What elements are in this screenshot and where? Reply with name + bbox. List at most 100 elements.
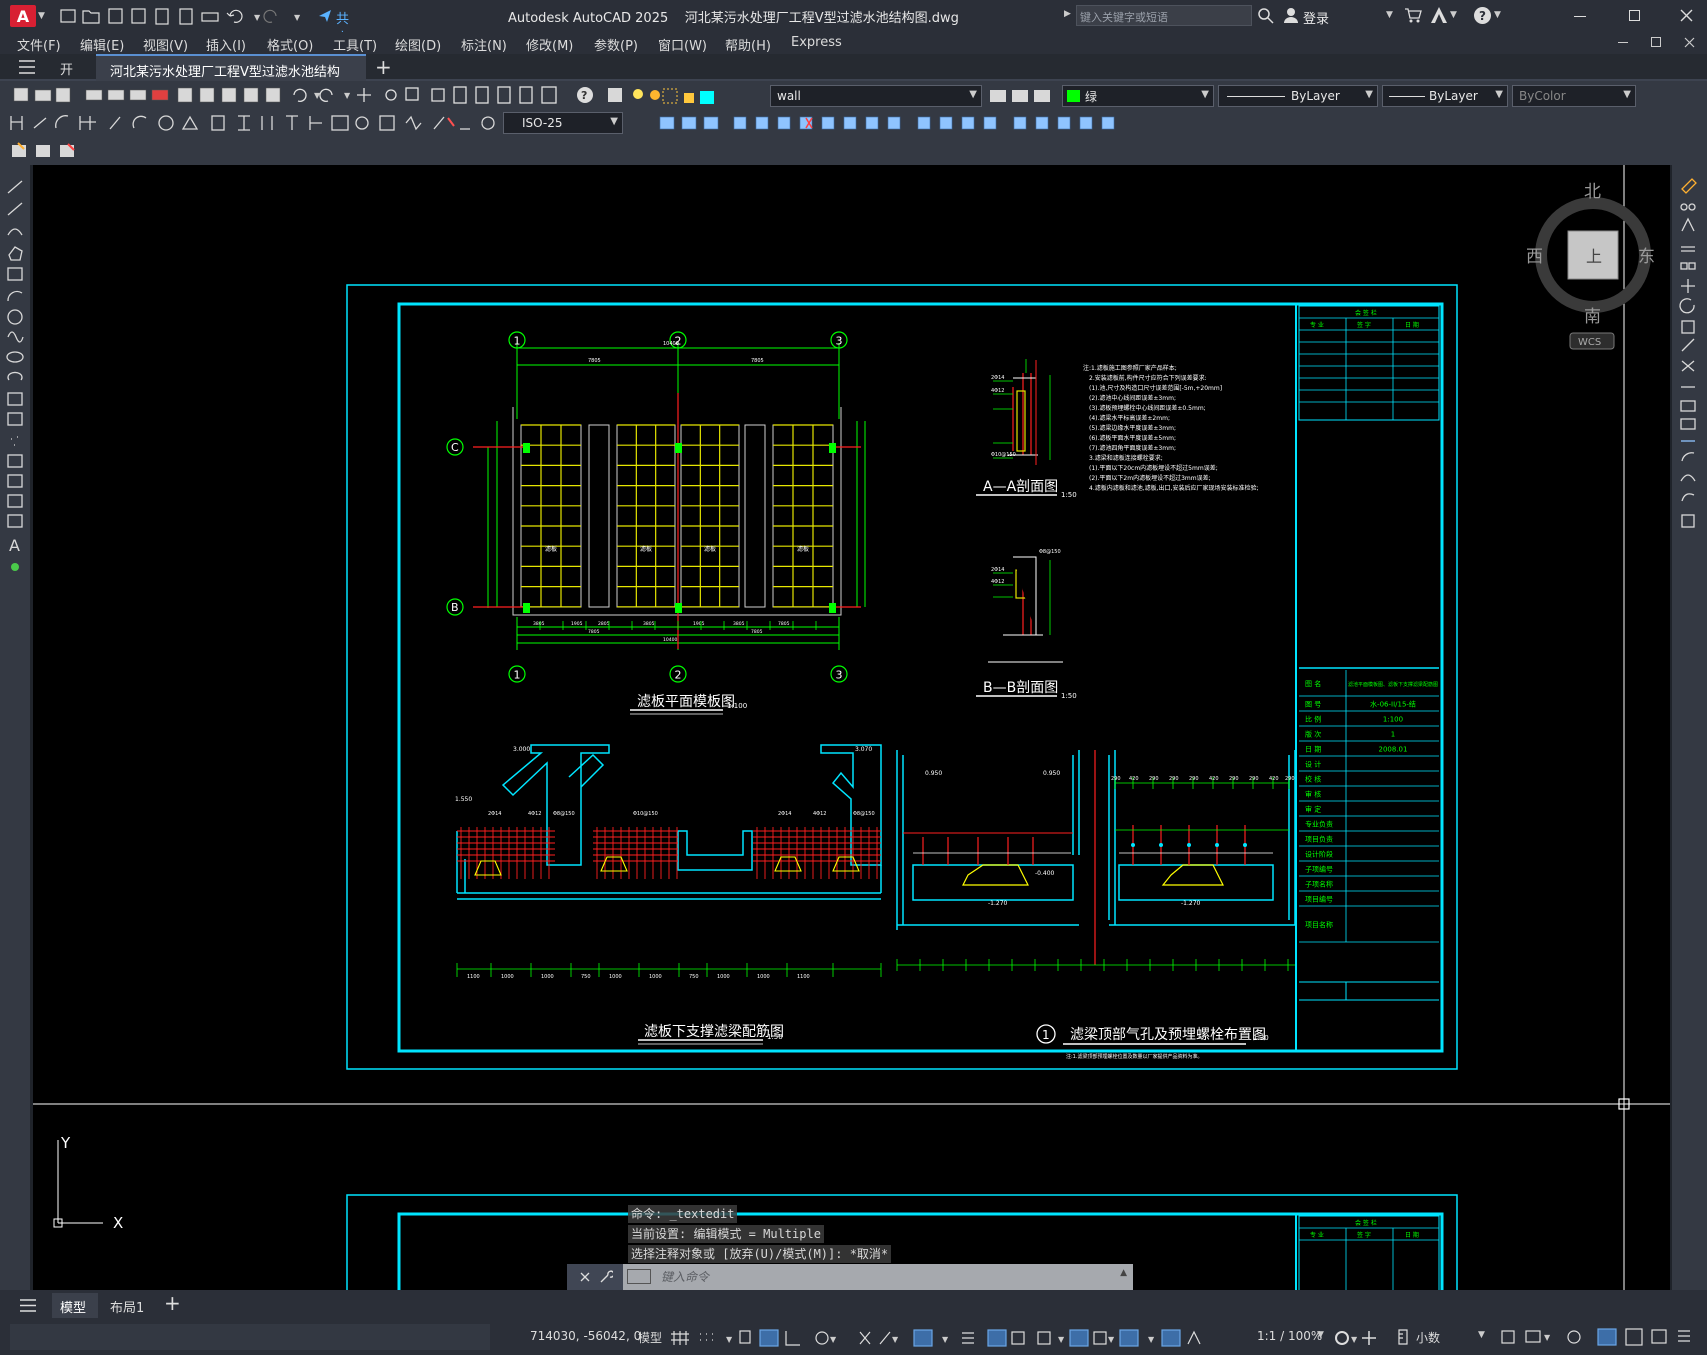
command-history-toggle-icon[interactable]: ▲	[1120, 1268, 1127, 1278]
tab-start[interactable]: 开始	[50, 54, 94, 97]
linetype-dropdown[interactable]: ByLayer ▼	[1218, 85, 1378, 107]
extra-tools[interactable]	[10, 141, 82, 161]
scale-dropdown-icon[interactable]: ▼	[1317, 1330, 1324, 1340]
model-space-canvas[interactable]: 会 签 栏 专 业 签 字 日 期 图 名 滤池平面模板图、滤板下支撑滤梁配筋图图…	[33, 165, 1670, 1290]
standard-tools[interactable]: ? ▼ ▼	[8, 84, 668, 106]
app-menu-arrow-icon[interactable]: ▼	[38, 11, 45, 21]
anchor-bolt-head	[1159, 843, 1163, 847]
beam-dim-text: 1000	[541, 974, 554, 980]
new-icon[interactable]	[60, 9, 76, 23]
menu-file[interactable]: 文件(F)	[17, 35, 61, 54]
open-icon[interactable]	[82, 10, 100, 24]
coordinates-readout[interactable]: 714030, -56042, 0	[530, 1329, 641, 1343]
menu-bar: 文件(F) 编辑(E) 视图(V) 插入(I) 格式(O) 工具(T) 绘图(D…	[0, 32, 1707, 54]
viewcube-top[interactable]: 上	[1586, 247, 1602, 266]
add-layout-button[interactable]: +	[164, 1291, 181, 1315]
menu-parametric[interactable]: 参数(P)	[594, 35, 638, 54]
share-button[interactable]: 共享	[300, 4, 360, 46]
layer-state-icons[interactable]	[660, 86, 720, 106]
user-icon[interactable]	[1283, 7, 1299, 23]
anchor-dim-text: 290	[1229, 776, 1239, 782]
drawing-viewport[interactable]: 会 签 栏 专 业 签 字 日 期 图 名 滤池平面模板图、滤板下支撑滤梁配筋图图…	[33, 165, 1670, 1290]
viewcube-west[interactable]: 西	[1526, 247, 1543, 267]
menu-tools[interactable]: 工具(T)	[333, 35, 377, 54]
viewcube-south[interactable]: 南	[1584, 307, 1601, 327]
search-icon[interactable]	[1258, 8, 1274, 24]
axis-label: 2	[675, 669, 682, 682]
plotstyle-dropdown[interactable]: ByColor ▼	[1512, 85, 1636, 107]
menu-edit[interactable]: 编辑(E)	[80, 35, 124, 54]
menu-view[interactable]: 视图(V)	[143, 35, 188, 54]
maximize-icon[interactable]	[1629, 10, 1640, 21]
tab-drawing[interactable]: 河北某污水处理厂工程V型过滤水池结构图*	[96, 54, 366, 99]
anchor-level-1: 0.950	[925, 770, 942, 777]
menu-express[interactable]: Express	[791, 35, 842, 50]
command-customize-icon[interactable]	[599, 1270, 613, 1284]
command-close-icon[interactable]	[580, 1272, 590, 1282]
modify-side-tools[interactable]	[1678, 175, 1700, 595]
units-selector[interactable]: 小数	[1416, 1329, 1440, 1346]
units-icon[interactable]	[1396, 1328, 1410, 1346]
workspace-gear-icon[interactable]: ▼	[1333, 1328, 1383, 1348]
quick-access-toolbar[interactable]: ▼ ▼	[58, 6, 318, 26]
cart-icon[interactable]	[1404, 7, 1422, 23]
doc-minimize-icon[interactable]	[1618, 42, 1628, 43]
menu-help[interactable]: 帮助(H)	[725, 35, 771, 54]
menu-insert[interactable]: 插入(I)	[206, 35, 246, 54]
tab-model[interactable]: 模型	[52, 1293, 98, 1318]
help-dropdown-icon[interactable]: ▼	[1494, 10, 1501, 20]
redo-icon[interactable]	[263, 9, 277, 23]
status-right-tools[interactable]: ▼	[1496, 1326, 1701, 1348]
plan-axis-bubbles: 112233CB	[446, 331, 848, 683]
help-icon[interactable]: ?	[1474, 7, 1491, 24]
new-tab-button[interactable]: +	[375, 55, 392, 79]
open-web-icon[interactable]	[155, 8, 169, 25]
color-dropdown[interactable]: 绿 ▼	[1062, 85, 1214, 107]
command-input[interactable]: 键入命令 ▲	[623, 1264, 1133, 1290]
viewcube-east[interactable]: 东	[1638, 247, 1655, 267]
layer-dropdown[interactable]: wall ▼	[770, 85, 982, 107]
undo-icon[interactable]	[226, 9, 243, 23]
draw-tools[interactable]: A	[5, 175, 27, 635]
viewcube-north[interactable]: 北	[1584, 182, 1601, 202]
menu-draw[interactable]: 绘图(D)	[395, 35, 441, 54]
annotation-scale[interactable]: 1:1 / 100%	[1257, 1329, 1322, 1343]
menu-modify[interactable]: 修改(M)	[526, 35, 573, 54]
close-icon[interactable]	[1680, 9, 1693, 22]
dimstyle-dropdown[interactable]: ISO-25 ▼	[503, 112, 623, 134]
autodesk-apps-icon[interactable]	[1430, 6, 1448, 24]
model-space-button[interactable]: 模型	[638, 1329, 662, 1346]
doc-close-icon[interactable]	[1684, 37, 1695, 48]
save-as-icon[interactable]	[131, 8, 146, 24]
save-web-icon[interactable]	[179, 8, 193, 25]
apps-dropdown-icon[interactable]: ▼	[1450, 10, 1457, 20]
menu-dimension[interactable]: 标注(N)	[461, 35, 507, 54]
plan-dim-top-left: 7805	[588, 358, 601, 364]
axis-label: 3	[836, 335, 843, 348]
viewcube[interactable]: 上 北 南 东 西 WCS	[1526, 182, 1655, 350]
menu-window[interactable]: 窗口(W)	[658, 35, 707, 54]
search-expand-icon[interactable]: ▶	[1064, 9, 1071, 19]
layout-tab-bar: 模型 布局1 +	[0, 1290, 1707, 1320]
status-toggles[interactable]: ▼ ▼ ▼ ▼ ▼ ▼ ▼	[670, 1328, 1230, 1348]
units-dropdown-icon[interactable]: ▼	[1478, 1330, 1485, 1340]
command-prompt-icon[interactable]	[627, 1269, 651, 1284]
command-line-grip[interactable]	[567, 1264, 623, 1290]
layer-tools[interactable]	[988, 86, 1058, 106]
modify-tools[interactable]	[656, 112, 1156, 134]
search-input[interactable]: 键入关键字或短语	[1076, 5, 1252, 26]
plot-icon[interactable]	[201, 12, 219, 22]
hamburger-menu-icon[interactable]	[19, 60, 35, 74]
axis-label: 1	[514, 335, 521, 348]
login-dropdown-icon[interactable]: ▼	[1386, 10, 1393, 20]
doc-restore-icon[interactable]	[1651, 37, 1661, 47]
autocad-logo[interactable]: A	[10, 5, 36, 27]
tab-layout1[interactable]: 布局1	[104, 1293, 156, 1318]
lineweight-dropdown[interactable]: ByLayer ▼	[1382, 85, 1508, 107]
login-button[interactable]: 登录	[1303, 8, 1329, 27]
dimension-tools[interactable]	[8, 112, 503, 134]
menu-format[interactable]: 格式(O)	[267, 35, 313, 54]
save-icon[interactable]	[108, 8, 123, 24]
layout-menu-icon[interactable]	[20, 1299, 36, 1312]
minimize-icon[interactable]	[1574, 16, 1586, 17]
